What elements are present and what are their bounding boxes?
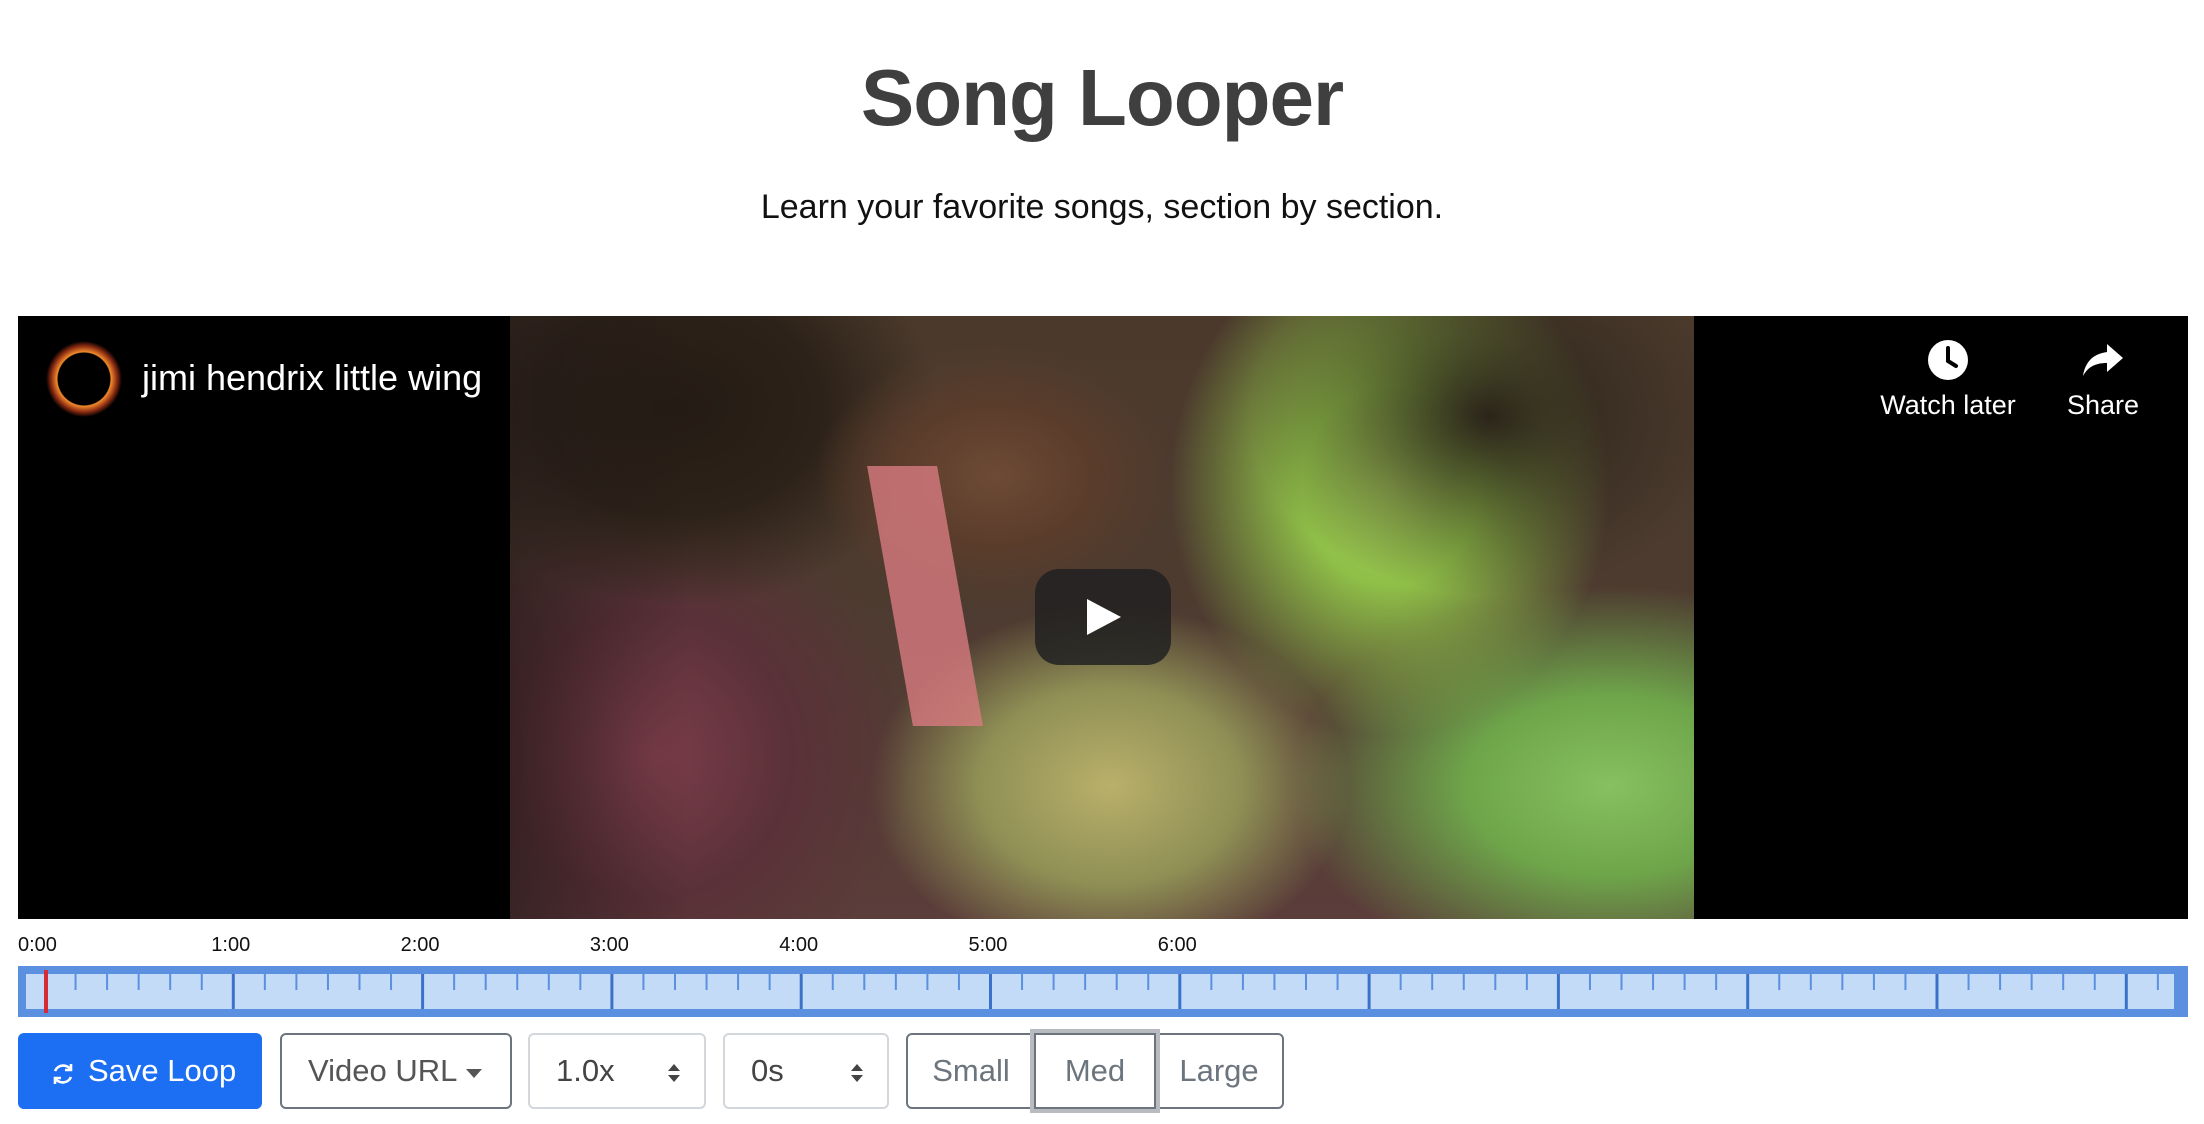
- timeline-tick-label: 3:00: [589, 934, 629, 956]
- size-small-button[interactable]: Small: [906, 1033, 1036, 1109]
- timeline-tick-label: 5:00: [968, 934, 1008, 956]
- video-url-label: Video URL: [308, 1053, 458, 1088]
- save-loop-label: Save Loop: [88, 1053, 237, 1088]
- sync-icon: [53, 1064, 73, 1084]
- video-player[interactable]: jimi hendrix little wing Watch later Sha…: [18, 316, 2188, 919]
- video-title[interactable]: jimi hendrix little wing: [142, 356, 482, 400]
- offset-value: 0s: [751, 1053, 784, 1088]
- clock-icon: [1928, 340, 1968, 380]
- watch-later-button[interactable]: Watch later: [1858, 336, 2038, 421]
- timeline-playhead[interactable]: [44, 970, 49, 1013]
- timeline-tick-label: 6:00: [1157, 934, 1197, 956]
- channel-logo[interactable]: [46, 341, 122, 417]
- video-url-dropdown[interactable]: Video URL: [280, 1033, 512, 1109]
- timeline-tick-label: 1:00: [211, 934, 251, 956]
- select-arrows-icon: [851, 1064, 863, 1082]
- share-label: Share: [2066, 390, 2140, 420]
- play-icon: [1087, 599, 1121, 635]
- timeline-tick-label: 0:00: [18, 934, 57, 956]
- timeline-ticks: [74, 974, 2159, 1009]
- watch-later-label: Watch later: [1880, 390, 2016, 420]
- timeline-tick-label: 4:00: [779, 934, 819, 956]
- save-loop-button[interactable]: Save Loop: [18, 1033, 262, 1109]
- play-button[interactable]: [1035, 569, 1171, 665]
- speed-value: 1.0x: [556, 1053, 615, 1088]
- page-subtitle: Learn your favorite songs, section by se…: [760, 188, 1444, 226]
- size-med-button[interactable]: Med: [1034, 1033, 1156, 1109]
- page-title: Song Looper: [860, 53, 1344, 142]
- size-large-button[interactable]: Large: [1154, 1033, 1284, 1109]
- timeline-tick-label: 2:00: [400, 934, 440, 956]
- share-arrow-icon: [2083, 344, 2123, 376]
- caret-down-icon: [466, 1069, 482, 1078]
- loop-timeline[interactable]: [18, 966, 2188, 1017]
- select-arrows-icon: [668, 1064, 680, 1082]
- speed-select[interactable]: 1.0x: [528, 1033, 706, 1109]
- share-button[interactable]: Share: [2048, 336, 2158, 421]
- offset-select[interactable]: 0s: [723, 1033, 889, 1109]
